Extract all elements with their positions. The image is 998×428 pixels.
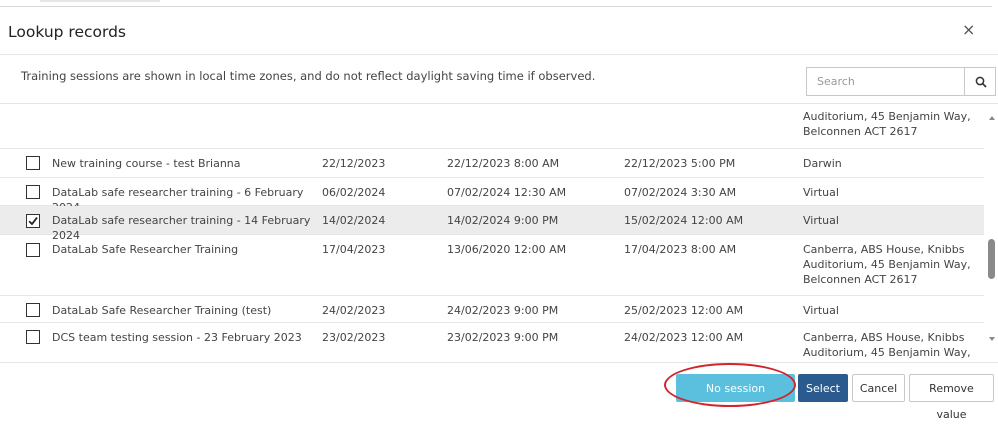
session-end: 22/12/2023 5:00 PM	[624, 157, 736, 170]
search-input[interactable]	[806, 67, 964, 96]
session-end: 15/02/2024 12:00 AM	[624, 214, 744, 227]
session-date: 22/12/2023	[322, 157, 386, 170]
session-name: DataLab Safe Researcher Training	[52, 243, 239, 256]
dialog-header: Lookup records ×	[0, 8, 998, 56]
location-cell: Canberra, ABS House, Knibbs Auditorium, …	[803, 330, 973, 360]
scroll-down-icon[interactable]	[989, 337, 995, 341]
session-start: 24/02/2023 9:00 PM	[447, 304, 559, 317]
scrollbar-thumb[interactable]	[988, 239, 995, 279]
session-name: DataLab Safe Researcher Training (test)	[52, 304, 272, 317]
session-start: 22/12/2023 8:00 AM	[447, 157, 560, 170]
location-cell: Canberra, ABS House, Knibbs Auditorium, …	[803, 242, 973, 287]
session-name: DCS team testing session - 23 February 2…	[52, 331, 302, 344]
location-line: Belconnen ACT 2617	[803, 125, 918, 138]
top-edge	[0, 0, 998, 8]
check-icon	[28, 217, 38, 226]
session-end: 07/02/2024 3:30 AM	[624, 186, 737, 199]
location-line: Auditorium, 45 Benjamin Way,	[803, 258, 971, 271]
session-date: 06/02/2024	[322, 186, 386, 199]
records-grid: Auditorium, 45 Benjamin Way, Belconnen A…	[0, 104, 998, 362]
location-line: Auditorium, 45 Benjamin Way,	[803, 110, 971, 123]
session-start: 13/06/2020 12:00 AM	[447, 243, 567, 256]
session-name: New training course - test Brianna	[52, 157, 241, 170]
table-row[interactable]: Auditorium, 45 Benjamin Way, Belconnen A…	[0, 104, 984, 149]
scroll-up-icon[interactable]	[989, 116, 995, 120]
search-button[interactable]	[964, 67, 996, 96]
session-start: 07/02/2024 12:30 AM	[447, 186, 567, 199]
session-start: 23/02/2023 9:00 PM	[447, 331, 559, 344]
timezone-notice: Training sessions are shown in local tim…	[21, 69, 596, 83]
location-line: Canberra, ABS House, Knibbs	[803, 331, 965, 344]
session-date: 23/02/2023	[322, 331, 386, 344]
row-checkbox[interactable]	[26, 303, 40, 317]
no-session-suitable-button[interactable]: No session suitable	[676, 374, 795, 421]
row-checkbox-checked[interactable]	[26, 214, 40, 228]
session-end: 24/02/2023 12:00 AM	[624, 331, 744, 344]
session-end: 25/02/2023 12:00 AM	[624, 304, 744, 317]
session-date: 14/02/2024	[322, 214, 386, 227]
location-line: Auditorium, 45 Benjamin Way,	[803, 346, 971, 359]
grid-scrollbar[interactable]	[984, 104, 998, 362]
location-line: Canberra, ABS House, Knibbs	[803, 243, 965, 256]
header-divider	[0, 54, 998, 55]
session-date: 24/02/2023	[322, 304, 386, 317]
dialog-title: Lookup records	[8, 23, 127, 41]
search-box	[806, 67, 996, 96]
row-checkbox[interactable]	[26, 185, 40, 199]
table-row[interactable]: New training course - test Brianna 22/12…	[0, 149, 984, 178]
cancel-button[interactable]: Cancel	[852, 374, 905, 402]
row-checkbox[interactable]	[26, 243, 40, 257]
session-location: Darwin	[803, 157, 842, 170]
select-button[interactable]: Select	[798, 374, 848, 402]
row-checkbox[interactable]	[26, 156, 40, 170]
table-row[interactable]: DataLab safe researcher training - 6 Feb…	[0, 178, 984, 214]
table-row[interactable]: DataLab Safe Researcher Training (test) …	[0, 296, 984, 323]
table-row-selected[interactable]: DataLab safe researcher training - 14 Fe…	[0, 206, 984, 242]
session-end: 17/04/2023 8:00 AM	[624, 243, 737, 256]
session-date: 17/04/2023	[322, 243, 386, 256]
search-icon	[975, 76, 987, 88]
session-location: Virtual	[803, 304, 839, 317]
session-location: Virtual	[803, 214, 839, 227]
footer-divider	[0, 362, 998, 363]
top-edge-fragment	[40, 0, 160, 2]
close-icon[interactable]: ×	[962, 20, 975, 39]
location-line: Belconnen ACT 2617	[803, 273, 918, 286]
row-checkbox[interactable]	[26, 330, 40, 344]
location-cell: Auditorium, 45 Benjamin Way, Belconnen A…	[803, 109, 973, 139]
remove-value-button[interactable]: Remove value	[909, 374, 994, 421]
table-row[interactable]: DCS team testing session - 23 February 2…	[0, 323, 984, 362]
top-edge-line	[0, 6, 992, 7]
session-start: 14/02/2024 9:00 PM	[447, 214, 559, 227]
session-location: Virtual	[803, 186, 839, 199]
table-row[interactable]: DataLab Safe Researcher Training 17/04/2…	[0, 235, 984, 296]
